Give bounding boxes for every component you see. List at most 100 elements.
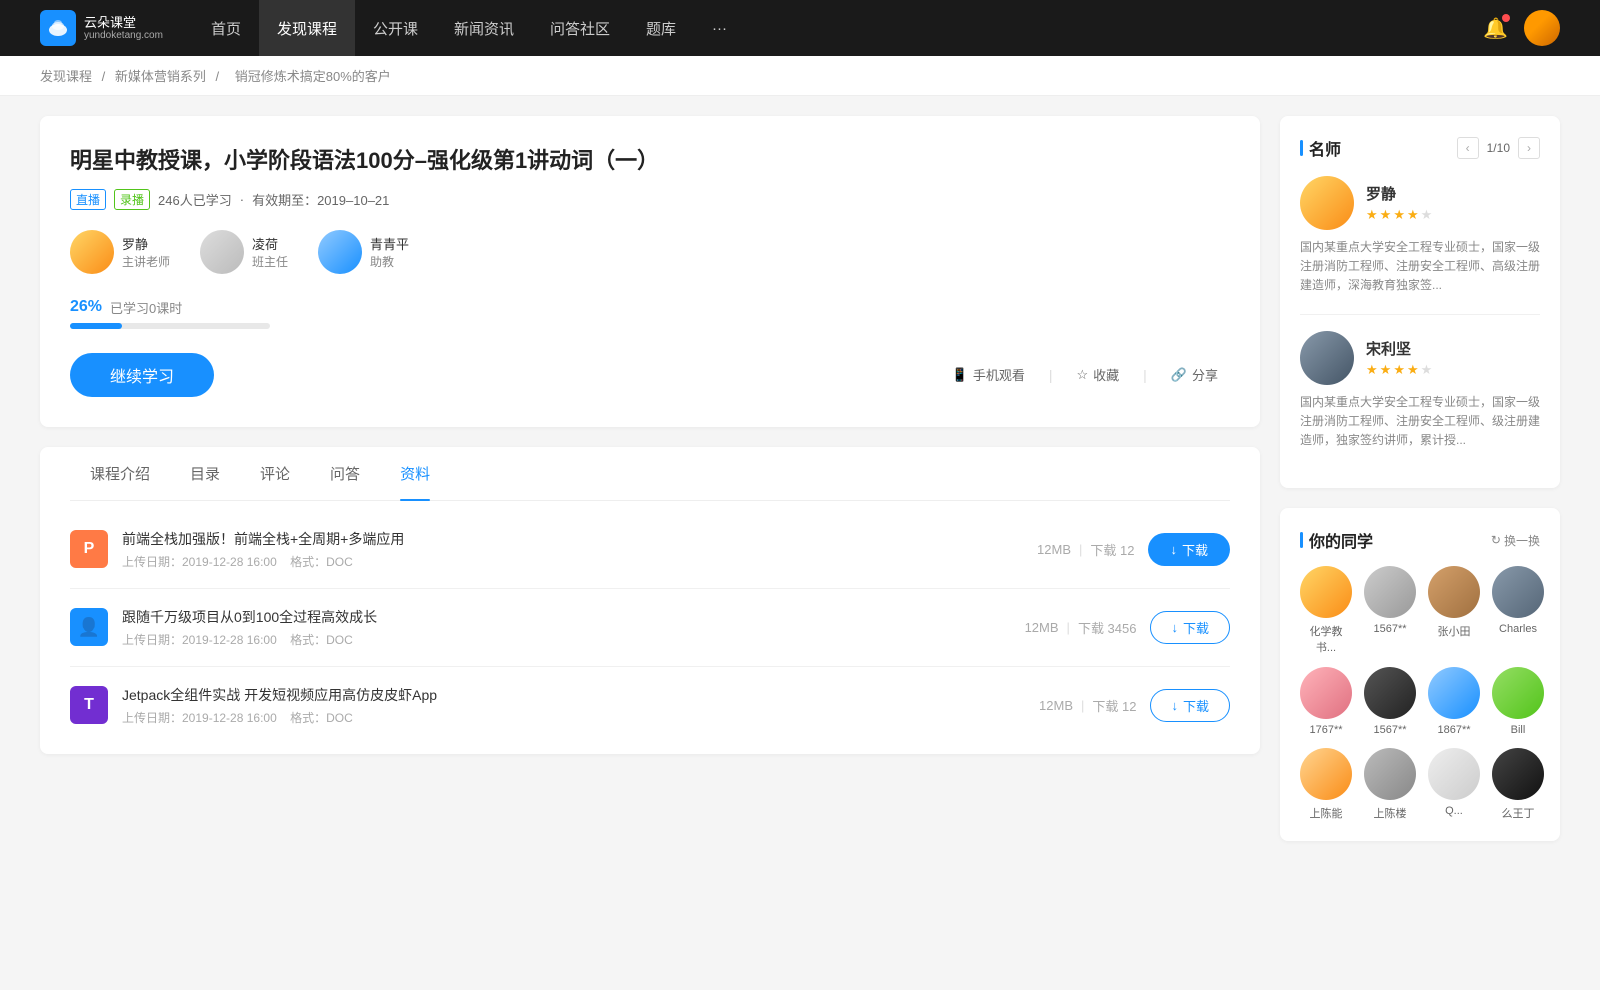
progress-bar-fill bbox=[70, 323, 122, 329]
resource-name-2: Jetpack全组件实战 开发短视频应用高仿皮皮虾App bbox=[122, 685, 982, 705]
download-button-2[interactable]: ↓ 下载 bbox=[1150, 689, 1230, 722]
tab-toc[interactable]: 目录 bbox=[170, 447, 240, 500]
breadcrumb-discover[interactable]: 发现课程 bbox=[40, 69, 92, 84]
resource-date-2: 上传日期：2019-12-28 16:00 bbox=[122, 711, 277, 725]
teacher-page-current: 1 bbox=[1487, 141, 1494, 155]
download-label-0: 下载 bbox=[1182, 540, 1208, 559]
progress-label: 26% 已学习0课时 bbox=[70, 298, 1230, 317]
student-count: 246人已学习 bbox=[158, 190, 232, 209]
star-0-1: ★ bbox=[1380, 207, 1392, 223]
right-panel: 名师 ‹ 1/10 › 罗静 ★ bbox=[1280, 116, 1560, 861]
classmate-11: 么王丁 bbox=[1492, 748, 1544, 821]
teacher-card-desc-1: 国内某重点大学安全工程专业硕士，国家一级注册消防工程师、注册安全工程师、级注册建… bbox=[1300, 393, 1540, 451]
resource-item-2: T Jetpack全组件实战 开发短视频应用高仿皮皮虾App 上传日期：2019… bbox=[70, 667, 1230, 744]
course-meta: 直播 录播 246人已学习 · 有效期至：2019–10–21 bbox=[70, 189, 1230, 210]
nav-discover[interactable]: 发现课程 bbox=[259, 0, 355, 56]
download-button-1[interactable]: ↓ 下载 bbox=[1150, 611, 1230, 644]
classmate-name-3: Charles bbox=[1499, 623, 1537, 635]
breadcrumb-series[interactable]: 新媒体营销系列 bbox=[115, 69, 206, 84]
share-button[interactable]: 🔗 分享 bbox=[1159, 359, 1230, 390]
navigation: 云朵课堂 yundoketang.com 首页 发现课程 公开课 新闻资讯 问答… bbox=[0, 0, 1600, 56]
teacher-role-0: 主讲老师 bbox=[122, 253, 170, 270]
classmates-title-bar bbox=[1300, 532, 1303, 548]
nav-quiz[interactable]: 题库 bbox=[628, 0, 694, 56]
classmate-name-10: Q... bbox=[1445, 805, 1463, 817]
star-1-0: ★ bbox=[1366, 362, 1378, 378]
star-1-1: ★ bbox=[1380, 362, 1392, 378]
teacher-card-header-1: 宋利坚 ★ ★ ★ ★ ★ bbox=[1300, 331, 1540, 385]
collect-button[interactable]: ☆ 收藏 bbox=[1064, 359, 1131, 390]
tab-comments[interactable]: 评论 bbox=[240, 447, 310, 500]
mobile-view-button[interactable]: 📱 手机观看 bbox=[940, 359, 1037, 390]
teacher-info-1: 凌荷 班主任 bbox=[252, 234, 288, 270]
logo-sub: yundoketang.com bbox=[84, 30, 163, 41]
nav-more[interactable]: ··· bbox=[694, 0, 745, 56]
classmate-4: 1767** bbox=[1300, 667, 1352, 736]
resource-size-1: 12MB bbox=[1025, 620, 1059, 635]
action-sep-1: | bbox=[1049, 367, 1053, 383]
star-0-4: ★ bbox=[1421, 207, 1433, 223]
tab-intro[interactable]: 课程介绍 bbox=[70, 447, 170, 500]
classmate-9: 上陈楼 bbox=[1364, 748, 1416, 821]
resource-stats-2: 12MB | 下载 12 bbox=[996, 696, 1136, 715]
classmate-avatar-6 bbox=[1428, 667, 1480, 719]
share-icon: 🔗 bbox=[1171, 367, 1187, 383]
tab-qa[interactable]: 问答 bbox=[310, 447, 380, 500]
left-panel: 明星中教授课，小学阶段语法100分–强化级第1讲动词（一） 直播 录播 246人… bbox=[40, 116, 1260, 861]
course-actions: 继续学习 📱 手机观看 | ☆ 收藏 | 🔗 分享 bbox=[70, 353, 1230, 397]
resource-size-0: 12MB bbox=[1037, 542, 1071, 557]
teacher-page: 1/10 bbox=[1487, 141, 1510, 155]
teacher-card-header-0: 罗静 ★ ★ ★ ★ ★ bbox=[1300, 176, 1540, 230]
classmates-title: 你的同学 bbox=[1300, 528, 1373, 552]
nav-qa[interactable]: 问答社区 bbox=[532, 0, 628, 56]
teacher-avatar-1 bbox=[200, 230, 244, 274]
teachers-panel-title: 名师 bbox=[1300, 136, 1341, 160]
progress-bar-bg bbox=[70, 323, 270, 329]
notification-bell[interactable]: 🔔 bbox=[1483, 16, 1508, 41]
teacher-stars-0: ★ ★ ★ ★ ★ bbox=[1366, 207, 1432, 223]
teacher-page-total: 10 bbox=[1497, 141, 1510, 155]
resource-format-1: 格式：DOC bbox=[290, 633, 353, 647]
resource-downloads-2: 下载 12 bbox=[1092, 696, 1136, 715]
classmate-name-5: 1567** bbox=[1373, 724, 1406, 736]
teachers-panel: 名师 ‹ 1/10 › 罗静 ★ bbox=[1280, 116, 1560, 488]
resource-format-0: 格式：DOC bbox=[290, 555, 353, 569]
classmate-name-9: 上陈楼 bbox=[1374, 805, 1407, 821]
download-icon-2: ↓ bbox=[1171, 698, 1178, 713]
nav-open-course[interactable]: 公开课 bbox=[355, 0, 436, 56]
classmate-10: Q... bbox=[1428, 748, 1480, 821]
logo[interactable]: 云朵课堂 yundoketang.com bbox=[40, 10, 163, 46]
refresh-icon: ↻ bbox=[1491, 533, 1501, 547]
prev-teacher-button[interactable]: ‹ bbox=[1457, 137, 1479, 159]
nav-home[interactable]: 首页 bbox=[193, 0, 259, 56]
collect-icon: ☆ bbox=[1076, 367, 1088, 383]
classmate-avatar-10 bbox=[1428, 748, 1480, 800]
refresh-classmates-button[interactable]: ↻ 换一换 bbox=[1491, 532, 1540, 549]
classmate-avatar-5 bbox=[1364, 667, 1416, 719]
nav-news[interactable]: 新闻资讯 bbox=[436, 0, 532, 56]
progress-pct: 26% bbox=[70, 298, 102, 316]
teachers: 罗静 主讲老师 凌荷 班主任 青青平 助教 bbox=[70, 230, 1230, 274]
user-avatar[interactable] bbox=[1524, 10, 1560, 46]
classmate-2: 张小田 bbox=[1428, 566, 1480, 655]
main-layout: 明星中教授课，小学阶段语法100分–强化级第1讲动词（一） 直播 录播 246人… bbox=[0, 96, 1600, 881]
download-icon-1: ↓ bbox=[1171, 620, 1178, 635]
resource-item-1: 👤 跟随千万级项目从0到100全过程高效成长 上传日期：2019-12-28 1… bbox=[70, 589, 1230, 667]
breadcrumb-sep-2: / bbox=[216, 69, 223, 84]
tab-resources[interactable]: 资料 bbox=[380, 447, 450, 500]
classmate-6: 1867** bbox=[1428, 667, 1480, 736]
classmate-7: Bill bbox=[1492, 667, 1544, 736]
classmate-avatar-3 bbox=[1492, 566, 1544, 618]
next-teacher-button[interactable]: › bbox=[1518, 137, 1540, 159]
resource-item-0: P 前端全栈加强版！前端全栈+全周期+多端应用 上传日期：2019-12-28 … bbox=[70, 511, 1230, 589]
classmate-avatar-4 bbox=[1300, 667, 1352, 719]
download-button-0[interactable]: ↓ 下载 bbox=[1148, 533, 1230, 566]
resource-info-0: 前端全栈加强版！前端全栈+全周期+多端应用 上传日期：2019-12-28 16… bbox=[122, 529, 980, 570]
progress-text: 已学习0课时 bbox=[110, 298, 182, 317]
resource-meta-1: 上传日期：2019-12-28 16:00 格式：DOC bbox=[122, 631, 982, 648]
teacher-card-desc-0: 国内某重点大学安全工程专业硕士，国家一级注册消防工程师、注册安全工程师、高级注册… bbox=[1300, 238, 1540, 296]
teacher-card-info-0: 罗静 ★ ★ ★ ★ ★ bbox=[1366, 183, 1432, 223]
teacher-card-info-1: 宋利坚 ★ ★ ★ ★ ★ bbox=[1366, 338, 1432, 378]
teacher-name-1: 凌荷 bbox=[252, 234, 288, 253]
continue-learning-button[interactable]: 继续学习 bbox=[70, 353, 214, 397]
